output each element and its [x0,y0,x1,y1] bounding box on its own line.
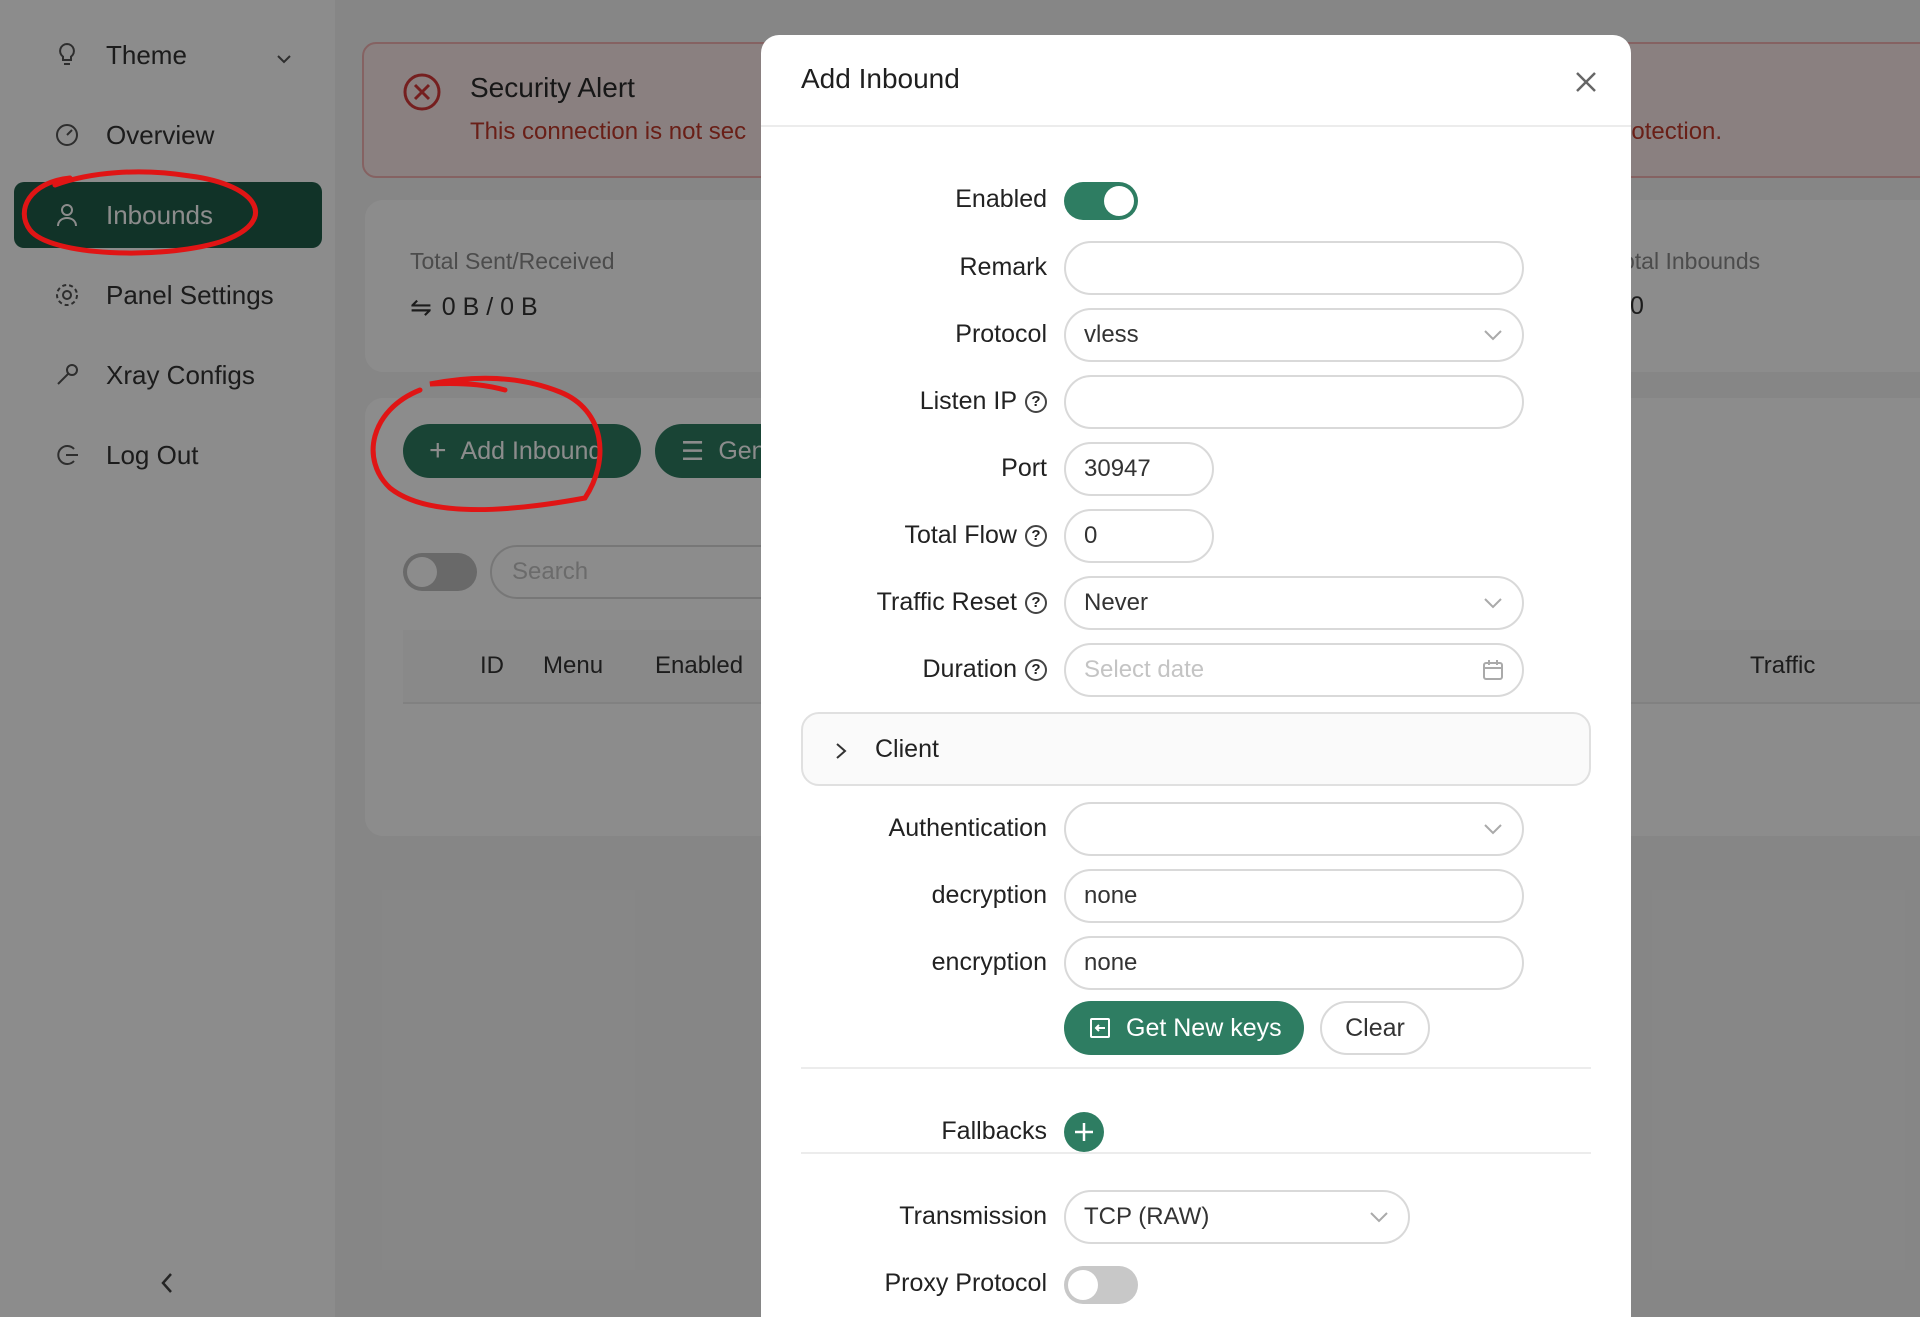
import-icon [1088,1016,1112,1040]
chevron-down-icon [1482,324,1504,346]
transmission-value: TCP (RAW) [1084,1203,1210,1230]
section-divider [801,1067,1591,1069]
listen-ip-input[interactable] [1064,375,1524,429]
proxy-protocol-label: Proxy Protocol [884,1269,1047,1297]
clear-label: Clear [1345,1013,1405,1042]
remark-label: Remark [959,253,1047,281]
add-inbound-modal: Add Inbound Enabled Remark Protocol vles… [761,35,1631,1317]
chevron-right-icon [831,739,851,759]
client-label: Client [875,734,939,763]
traffic-reset-label: Traffic Reset ? [877,588,1047,617]
traffic-reset-value: Never [1084,589,1149,616]
fallbacks-label: Fallbacks [941,1117,1047,1145]
chevron-down-icon [1482,818,1504,840]
listen-ip-label: Listen IP ? [920,387,1047,416]
clear-button[interactable]: Clear [1320,1001,1430,1055]
port-value: 30947 [1084,455,1151,482]
chevron-down-icon [1368,1206,1390,1228]
authentication-label: Authentication [888,814,1047,842]
modal-title: Add Inbound [801,63,960,94]
get-new-keys-label: Get New keys [1126,1013,1282,1042]
proxy-protocol-switch[interactable] [1064,1266,1138,1304]
question-circle-icon[interactable]: ? [1025,524,1047,547]
protocol-label: Protocol [955,320,1047,348]
total-flow-value: 0 [1084,522,1098,549]
transmission-select[interactable]: TCP (RAW) [1064,1190,1410,1244]
total-flow-label-text: Total Flow [904,521,1017,549]
traffic-reset-select[interactable]: Never [1064,576,1524,630]
switch-knob [1068,1270,1098,1300]
section-divider [801,1152,1591,1154]
listen-ip-label-text: Listen IP [919,387,1017,415]
question-circle-icon[interactable]: ? [1025,658,1047,681]
total-flow-label: Total Flow ? [904,521,1047,550]
close-icon[interactable] [1569,65,1603,99]
port-label: Port [1001,454,1047,482]
total-flow-input[interactable]: 0 [1064,509,1214,563]
enabled-switch[interactable] [1064,182,1138,220]
decryption-label: decryption [931,881,1047,909]
question-circle-icon[interactable]: ? [1025,390,1047,413]
encryption-value: none [1084,949,1138,976]
client-collapse[interactable]: Client [801,712,1591,786]
duration-label: Duration ? [922,655,1047,684]
traffic-reset-label-text: Traffic Reset [876,588,1017,616]
question-circle-icon[interactable]: ? [1025,591,1047,614]
duration-label-text: Duration [922,655,1018,683]
encryption-input[interactable]: none [1064,936,1524,990]
decryption-value: none [1084,882,1138,909]
get-new-keys-button[interactable]: Get New keys [1064,1001,1304,1055]
authentication-select[interactable] [1064,802,1524,856]
modal-header-divider [761,125,1631,127]
duration-placeholder: Select date [1084,656,1205,683]
add-fallback-button[interactable] [1064,1112,1104,1152]
plus-icon [1075,1123,1093,1141]
remark-input[interactable] [1064,241,1524,295]
switch-knob [1104,186,1134,216]
port-input[interactable]: 30947 [1064,442,1214,496]
decryption-input[interactable]: none [1064,869,1524,923]
protocol-value: vless [1084,321,1139,348]
duration-date-picker[interactable]: Select date [1064,643,1524,697]
encryption-label: encryption [931,948,1047,976]
transmission-label: Transmission [899,1202,1047,1230]
chevron-down-icon [1482,592,1504,614]
calendar-icon [1482,659,1504,681]
protocol-select[interactable]: vless [1064,308,1524,362]
enabled-label: Enabled [955,185,1047,213]
